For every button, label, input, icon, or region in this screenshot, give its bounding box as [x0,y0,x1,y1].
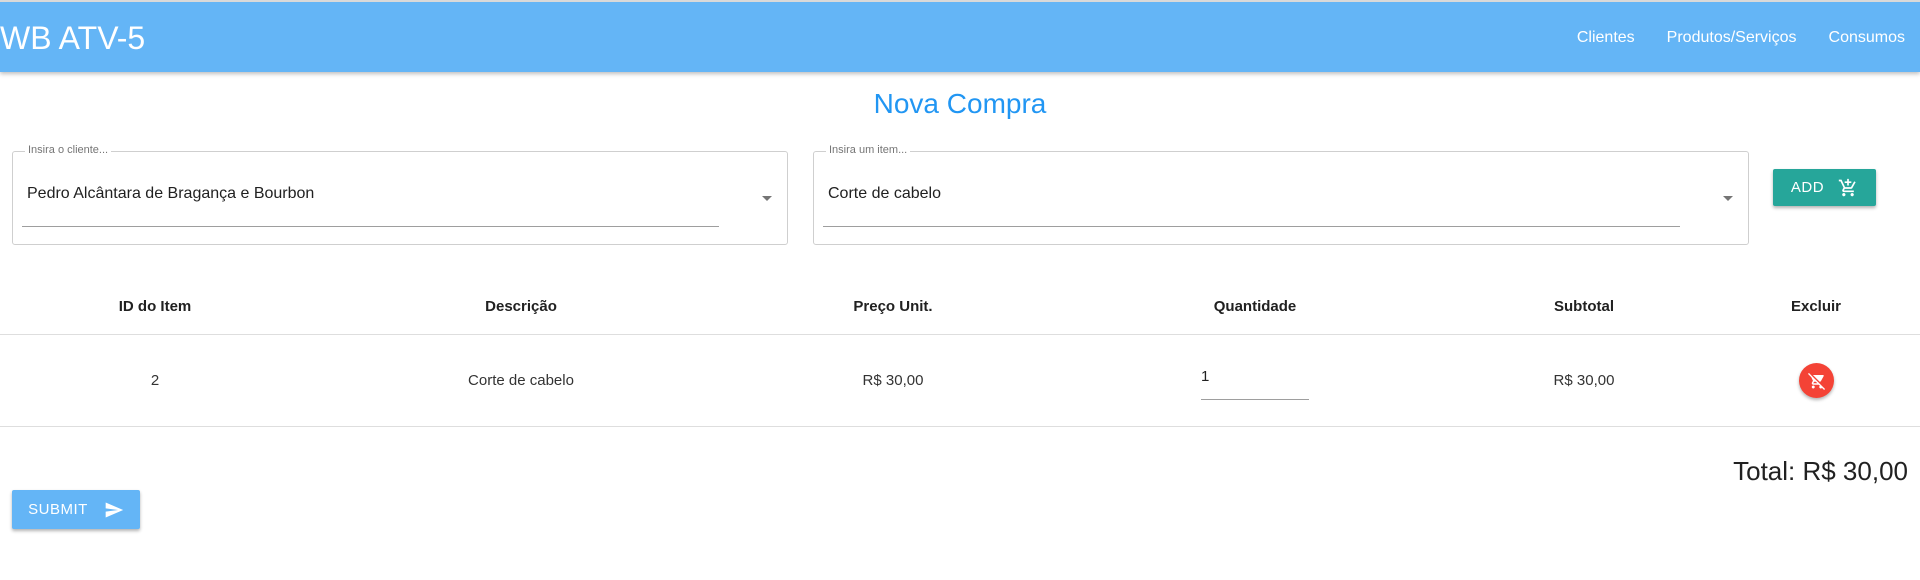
chevron-down-icon[interactable] [1723,196,1733,201]
item-select-underline [823,226,1680,227]
table-header-preco: Preço Unit. [853,298,933,315]
page-title: Nova Compra [873,88,1047,119]
nav-link-produtos-servicos[interactable]: Produtos/Serviços [1667,29,1797,47]
client-select-value[interactable]: Pedro Alcântara de Bragança e Bourbon [27,185,314,203]
nav-links: Clientes Produtos/Serviços Consumos [1545,29,1905,47]
add-button-label: ADD [1790,179,1825,196]
table-header-quantidade: Quantidade [1213,298,1297,315]
row-descricao: Corte de cabelo [468,372,574,389]
quantity-input[interactable]: 1 [1201,366,1309,400]
table-header-subtotal: Subtotal [1554,298,1614,315]
table-header-id: ID do Item [118,298,192,315]
client-select-underline [22,226,719,227]
submit-button[interactable]: SUBMIT [12,490,140,529]
order-total: Total: R$ 30,00 [1733,456,1908,486]
brand-logo[interactable]: WB ATV-5 [0,20,145,57]
table-header-divider [0,334,1920,335]
table-row-divider [0,426,1920,427]
nav-link-consumos[interactable]: Consumos [1829,29,1905,47]
delete-item-button[interactable] [1799,363,1834,398]
nav-link-clientes[interactable]: Clientes [1577,29,1635,47]
row-subtotal: R$ 30,00 [1553,372,1615,389]
add-shopping-cart-icon [1838,178,1856,196]
add-item-button[interactable]: ADD [1773,169,1876,206]
table-header-descricao: Descrição [485,298,557,315]
table-header-excluir: Excluir [1790,298,1842,315]
client-select-label: Insira o cliente... [25,144,112,156]
send-icon [105,502,123,517]
item-select-value[interactable]: Corte de cabelo [828,185,941,203]
row-item-id: 2 [150,372,160,389]
item-select[interactable]: Insira um item... Corte de cabelo [813,144,1749,245]
navbar: WB ATV-5 Clientes Produtos/Serviços Cons… [0,0,1920,72]
chevron-down-icon[interactable] [762,196,772,201]
submit-button-label: SUBMIT [28,501,88,518]
row-preco: R$ 30,00 [862,372,924,389]
client-select[interactable]: Insira o cliente... Pedro Alcântara de B… [12,144,788,245]
item-select-label: Insira um item... [826,144,911,156]
remove-shopping-cart-icon [1807,372,1825,390]
